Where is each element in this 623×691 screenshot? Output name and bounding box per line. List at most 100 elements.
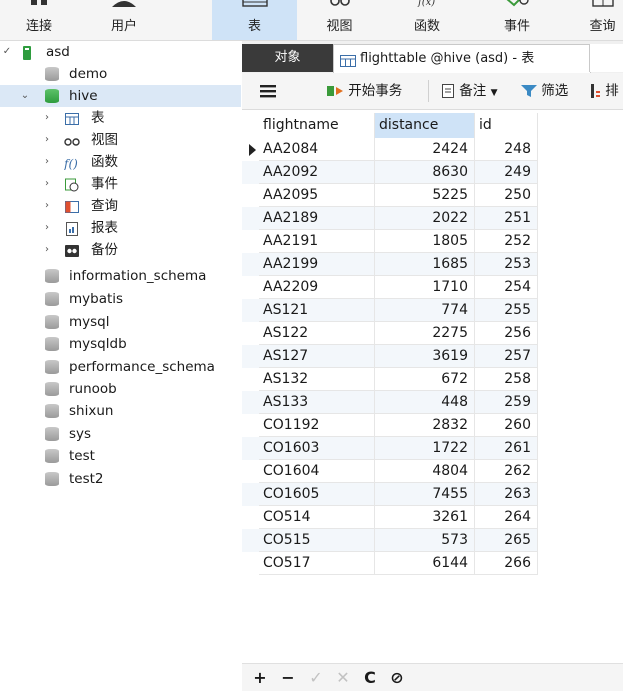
table-row[interactable]: CO1604 4804 262 [242, 460, 538, 483]
cell-id[interactable]: 252 [475, 230, 538, 253]
table-row[interactable]: CO1192 2832 260 [242, 414, 538, 437]
stop-button[interactable]: ⊘ [387, 664, 407, 691]
tree-item-database[interactable]: mysqldb [0, 333, 241, 355]
cell-flightname[interactable]: CO1604 [259, 460, 375, 483]
cell-distance[interactable]: 573 [375, 529, 475, 552]
toolbar-user-button[interactable]: 用户 [78, 0, 170, 40]
table-row[interactable]: AA2199 1685 253 [242, 253, 538, 276]
cell-distance[interactable]: 5225 [375, 184, 475, 207]
cell-flightname[interactable]: AA2191 [259, 230, 375, 253]
cell-distance[interactable]: 1722 [375, 437, 475, 460]
cell-distance[interactable]: 1805 [375, 230, 475, 253]
cell-distance[interactable]: 7455 [375, 483, 475, 506]
cell-distance[interactable]: 2022 [375, 207, 475, 230]
table-row[interactable]: AA2095 5225 250 [242, 184, 538, 207]
cell-distance[interactable]: 6144 [375, 552, 475, 575]
cell-distance[interactable]: 1685 [375, 253, 475, 276]
sort-button[interactable]: 排 [589, 73, 619, 109]
discard-changes-button[interactable]: ✕ [333, 664, 353, 691]
chevron-right-icon[interactable]: › [41, 129, 53, 151]
table-row[interactable]: CO515 573 265 [242, 529, 538, 552]
cell-flightname[interactable]: AS133 [259, 391, 375, 414]
cell-id[interactable]: 256 [475, 322, 538, 345]
cell-flightname[interactable]: CO1603 [259, 437, 375, 460]
comment-button[interactable]: 备注 ▼ [441, 73, 498, 109]
column-header-distance[interactable]: distance [375, 113, 475, 138]
tree-item-functions[interactable]: › f() 函数 [0, 151, 241, 173]
cell-id[interactable]: 250 [475, 184, 538, 207]
table-row[interactable]: CO514 3261 264 [242, 506, 538, 529]
toolbar-table-button[interactable]: 表 [212, 0, 297, 40]
cell-id[interactable]: 261 [475, 437, 538, 460]
tree-item-database[interactable]: runoob [0, 378, 241, 400]
cell-distance[interactable]: 8630 [375, 161, 475, 184]
cell-id[interactable]: 266 [475, 552, 538, 575]
tree-item-backups[interactable]: › 备份 [0, 239, 241, 261]
apply-changes-button[interactable]: ✓ [306, 664, 326, 691]
tree-item-database[interactable]: sys [0, 423, 241, 445]
cell-flightname[interactable]: AS127 [259, 345, 375, 368]
tree-item-queries[interactable]: › 查询 [0, 195, 241, 217]
tree-item-database[interactable]: performance_schema [0, 356, 241, 378]
tab-objects[interactable]: 对象 [242, 44, 333, 72]
cell-id[interactable]: 253 [475, 253, 538, 276]
table-row[interactable]: CO1605 7455 263 [242, 483, 538, 506]
cell-id[interactable]: 260 [475, 414, 538, 437]
cell-distance[interactable]: 1710 [375, 276, 475, 299]
cell-flightname[interactable]: AS132 [259, 368, 375, 391]
cell-flightname[interactable]: CO515 [259, 529, 375, 552]
table-row[interactable]: AS121 774 255 [242, 299, 538, 322]
delete-record-button[interactable]: − [278, 664, 298, 691]
tree-item-database[interactable]: mybatis [0, 288, 241, 310]
cell-flightname[interactable]: AA2084 [259, 138, 375, 161]
chevron-right-icon[interactable]: › [41, 173, 53, 195]
cell-flightname[interactable]: AA2199 [259, 253, 375, 276]
cell-id[interactable]: 255 [475, 299, 538, 322]
toolbar-view-button[interactable]: 视图 [297, 0, 382, 40]
cell-id[interactable]: 258 [475, 368, 538, 391]
table-row[interactable]: AA2189 2022 251 [242, 207, 538, 230]
cell-distance[interactable]: 448 [375, 391, 475, 414]
refresh-button[interactable]: C [360, 664, 380, 691]
tree-item-views[interactable]: › 视图 [0, 129, 241, 151]
tab-flighttable[interactable]: flighttable @hive (asd) - 表 [333, 44, 591, 73]
cell-flightname[interactable]: CO1605 [259, 483, 375, 506]
cell-id[interactable]: 262 [475, 460, 538, 483]
tree-item-database[interactable]: shixun [0, 400, 241, 422]
table-row[interactable]: AA2191 1805 252 [242, 230, 538, 253]
cell-flightname[interactable]: AA2209 [259, 276, 375, 299]
cell-flightname[interactable]: CO514 [259, 506, 375, 529]
cell-distance[interactable]: 2424 [375, 138, 475, 161]
chevron-right-icon[interactable]: › [41, 107, 53, 129]
chevron-right-icon[interactable]: › [41, 151, 53, 173]
cell-id[interactable]: 265 [475, 529, 538, 552]
cell-flightname[interactable]: AA2189 [259, 207, 375, 230]
cell-id[interactable]: 254 [475, 276, 538, 299]
table-row[interactable]: AA2092 8630 249 [242, 161, 538, 184]
cell-id[interactable]: 248 [475, 138, 538, 161]
tree-item-tables[interactable]: › 表 [0, 107, 241, 129]
cell-flightname[interactable]: AS122 [259, 322, 375, 345]
chevron-down-icon[interactable]: ⌄ [19, 85, 31, 107]
tree-item-events[interactable]: › 事件 [0, 173, 241, 195]
table-row[interactable]: AS133 448 259 [242, 391, 538, 414]
cell-id[interactable]: 259 [475, 391, 538, 414]
cell-flightname[interactable]: AA2092 [259, 161, 375, 184]
cell-id[interactable]: 249 [475, 161, 538, 184]
cell-distance[interactable]: 2832 [375, 414, 475, 437]
cell-flightname[interactable]: CO1192 [259, 414, 375, 437]
begin-transaction-button[interactable]: 开始事务 [326, 73, 402, 109]
column-header-id[interactable]: id [475, 113, 538, 138]
toolbar-function-button[interactable]: f(x) 函数 [382, 0, 472, 40]
table-row[interactable]: AS132 672 258 [242, 368, 538, 391]
cell-distance[interactable]: 774 [375, 299, 475, 322]
table-row[interactable]: AA2084 2424 248 [242, 138, 538, 161]
cell-distance[interactable]: 3619 [375, 345, 475, 368]
chevron-right-icon[interactable]: › [41, 239, 53, 261]
toolbar-query-button[interactable]: 查询 [582, 0, 623, 40]
cell-distance[interactable]: 2275 [375, 322, 475, 345]
tree-item-reports[interactable]: › 报表 [0, 217, 241, 239]
cell-id[interactable]: 251 [475, 207, 538, 230]
table-row[interactable]: AS122 2275 256 [242, 322, 538, 345]
tree-item-connection-asd[interactable]: ✓ asd [0, 41, 241, 63]
